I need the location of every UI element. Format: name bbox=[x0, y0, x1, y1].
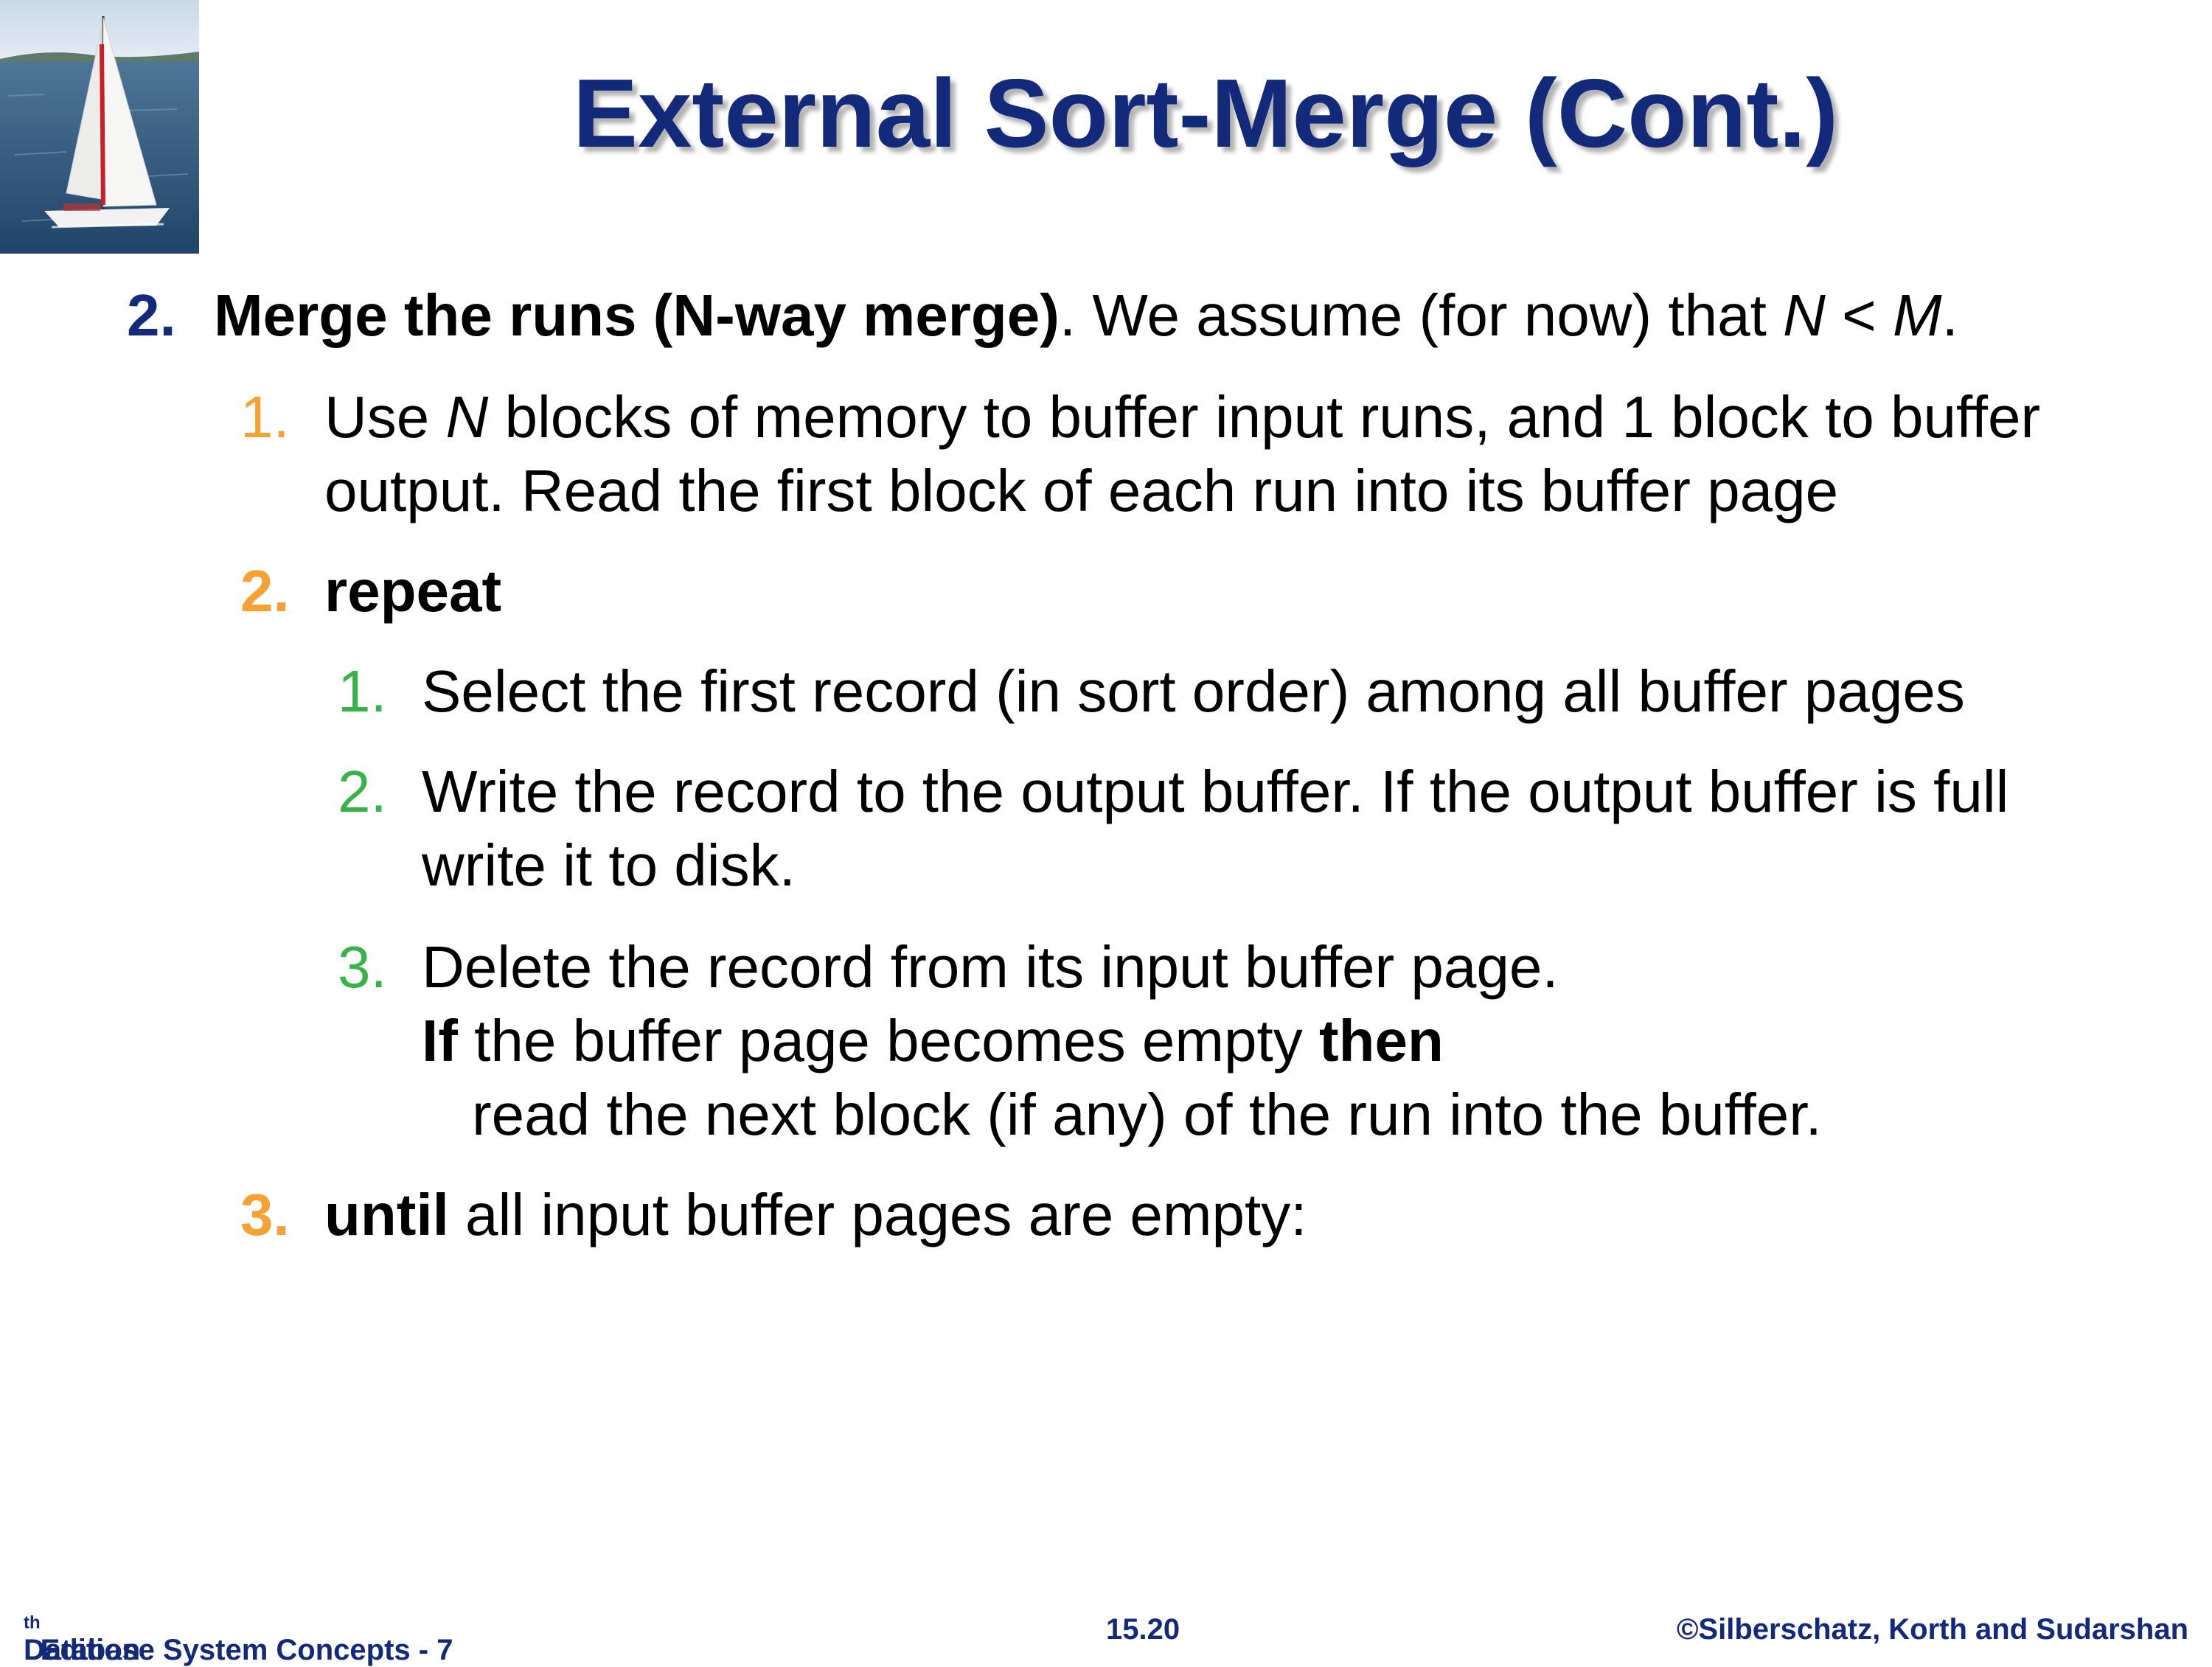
variable-m: M bbox=[1892, 282, 1942, 348]
list-number: 2. bbox=[127, 282, 176, 348]
keyword-then: then bbox=[1319, 1008, 1444, 1073]
list-item-text: repeat bbox=[324, 554, 501, 628]
keyword-if: If bbox=[422, 1008, 458, 1073]
text-segment: blocks of memory to buffer input runs, a… bbox=[488, 384, 2041, 450]
list-item-text: Write the record to the output buffer. I… bbox=[422, 759, 2009, 824]
text-segment: . bbox=[1941, 282, 1958, 348]
variable-n: N bbox=[1783, 282, 1826, 348]
list-number: 1. bbox=[240, 384, 290, 450]
keyword-repeat: repeat bbox=[324, 558, 502, 624]
text-segment: the buffer page becomes empty bbox=[457, 1008, 1319, 1073]
text-segment: all input buffer pages are empty: bbox=[448, 1182, 1307, 1247]
list-item-text-line2: If the buffer page becomes empty then bbox=[422, 1004, 1444, 1078]
footer-text: Edition bbox=[40, 1634, 141, 1666]
list-item-text: Select the first record (in sort order) … bbox=[422, 658, 1965, 724]
list-item-text: Merge the runs (N-way merge). We assume … bbox=[214, 279, 1958, 352]
variable-n: N bbox=[445, 384, 489, 450]
keyword-until: until bbox=[324, 1182, 449, 1247]
list-item-text-line2: write it to disk. bbox=[422, 832, 796, 898]
bold-text: Merge the runs (N-way merge) bbox=[214, 282, 1060, 348]
list-item-text: Use N blocks of memory to buffer input r… bbox=[324, 380, 2040, 454]
text-segment: Use bbox=[324, 384, 446, 450]
footer-slide-number: 15.20 bbox=[1106, 1613, 1180, 1646]
slide-footer: Database System Concepts - 7th Edition 1… bbox=[0, 1593, 2212, 1666]
list-number: 2. bbox=[240, 558, 290, 624]
list-number: 3. bbox=[338, 934, 387, 1000]
list-item-text-line3: read the next block (if any) of the run … bbox=[472, 1082, 1822, 1147]
list-item-text: until all input buffer pages are empty: bbox=[324, 1178, 1307, 1252]
slide-body: 2. Merge the runs (N-way merge). We assu… bbox=[0, 0, 2212, 1548]
text-segment: . We assume (for now) that bbox=[1059, 282, 1784, 348]
list-number: 3. bbox=[240, 1182, 290, 1247]
list-item-text-line2: output. Read the first block of each run… bbox=[324, 458, 1839, 523]
list-number: 1. bbox=[338, 658, 387, 724]
list-item-text: Delete the record from its input buffer … bbox=[422, 934, 1559, 1000]
text-segment: < bbox=[1825, 282, 1893, 348]
footer-book-title: Database System Concepts - 7th Edition bbox=[24, 1612, 453, 1666]
list-number: 2. bbox=[338, 759, 387, 824]
footer-copyright: ©Silberschatz, Korth and Sudarshan bbox=[1676, 1613, 2188, 1646]
footer-superscript: th bbox=[24, 1612, 41, 1633]
